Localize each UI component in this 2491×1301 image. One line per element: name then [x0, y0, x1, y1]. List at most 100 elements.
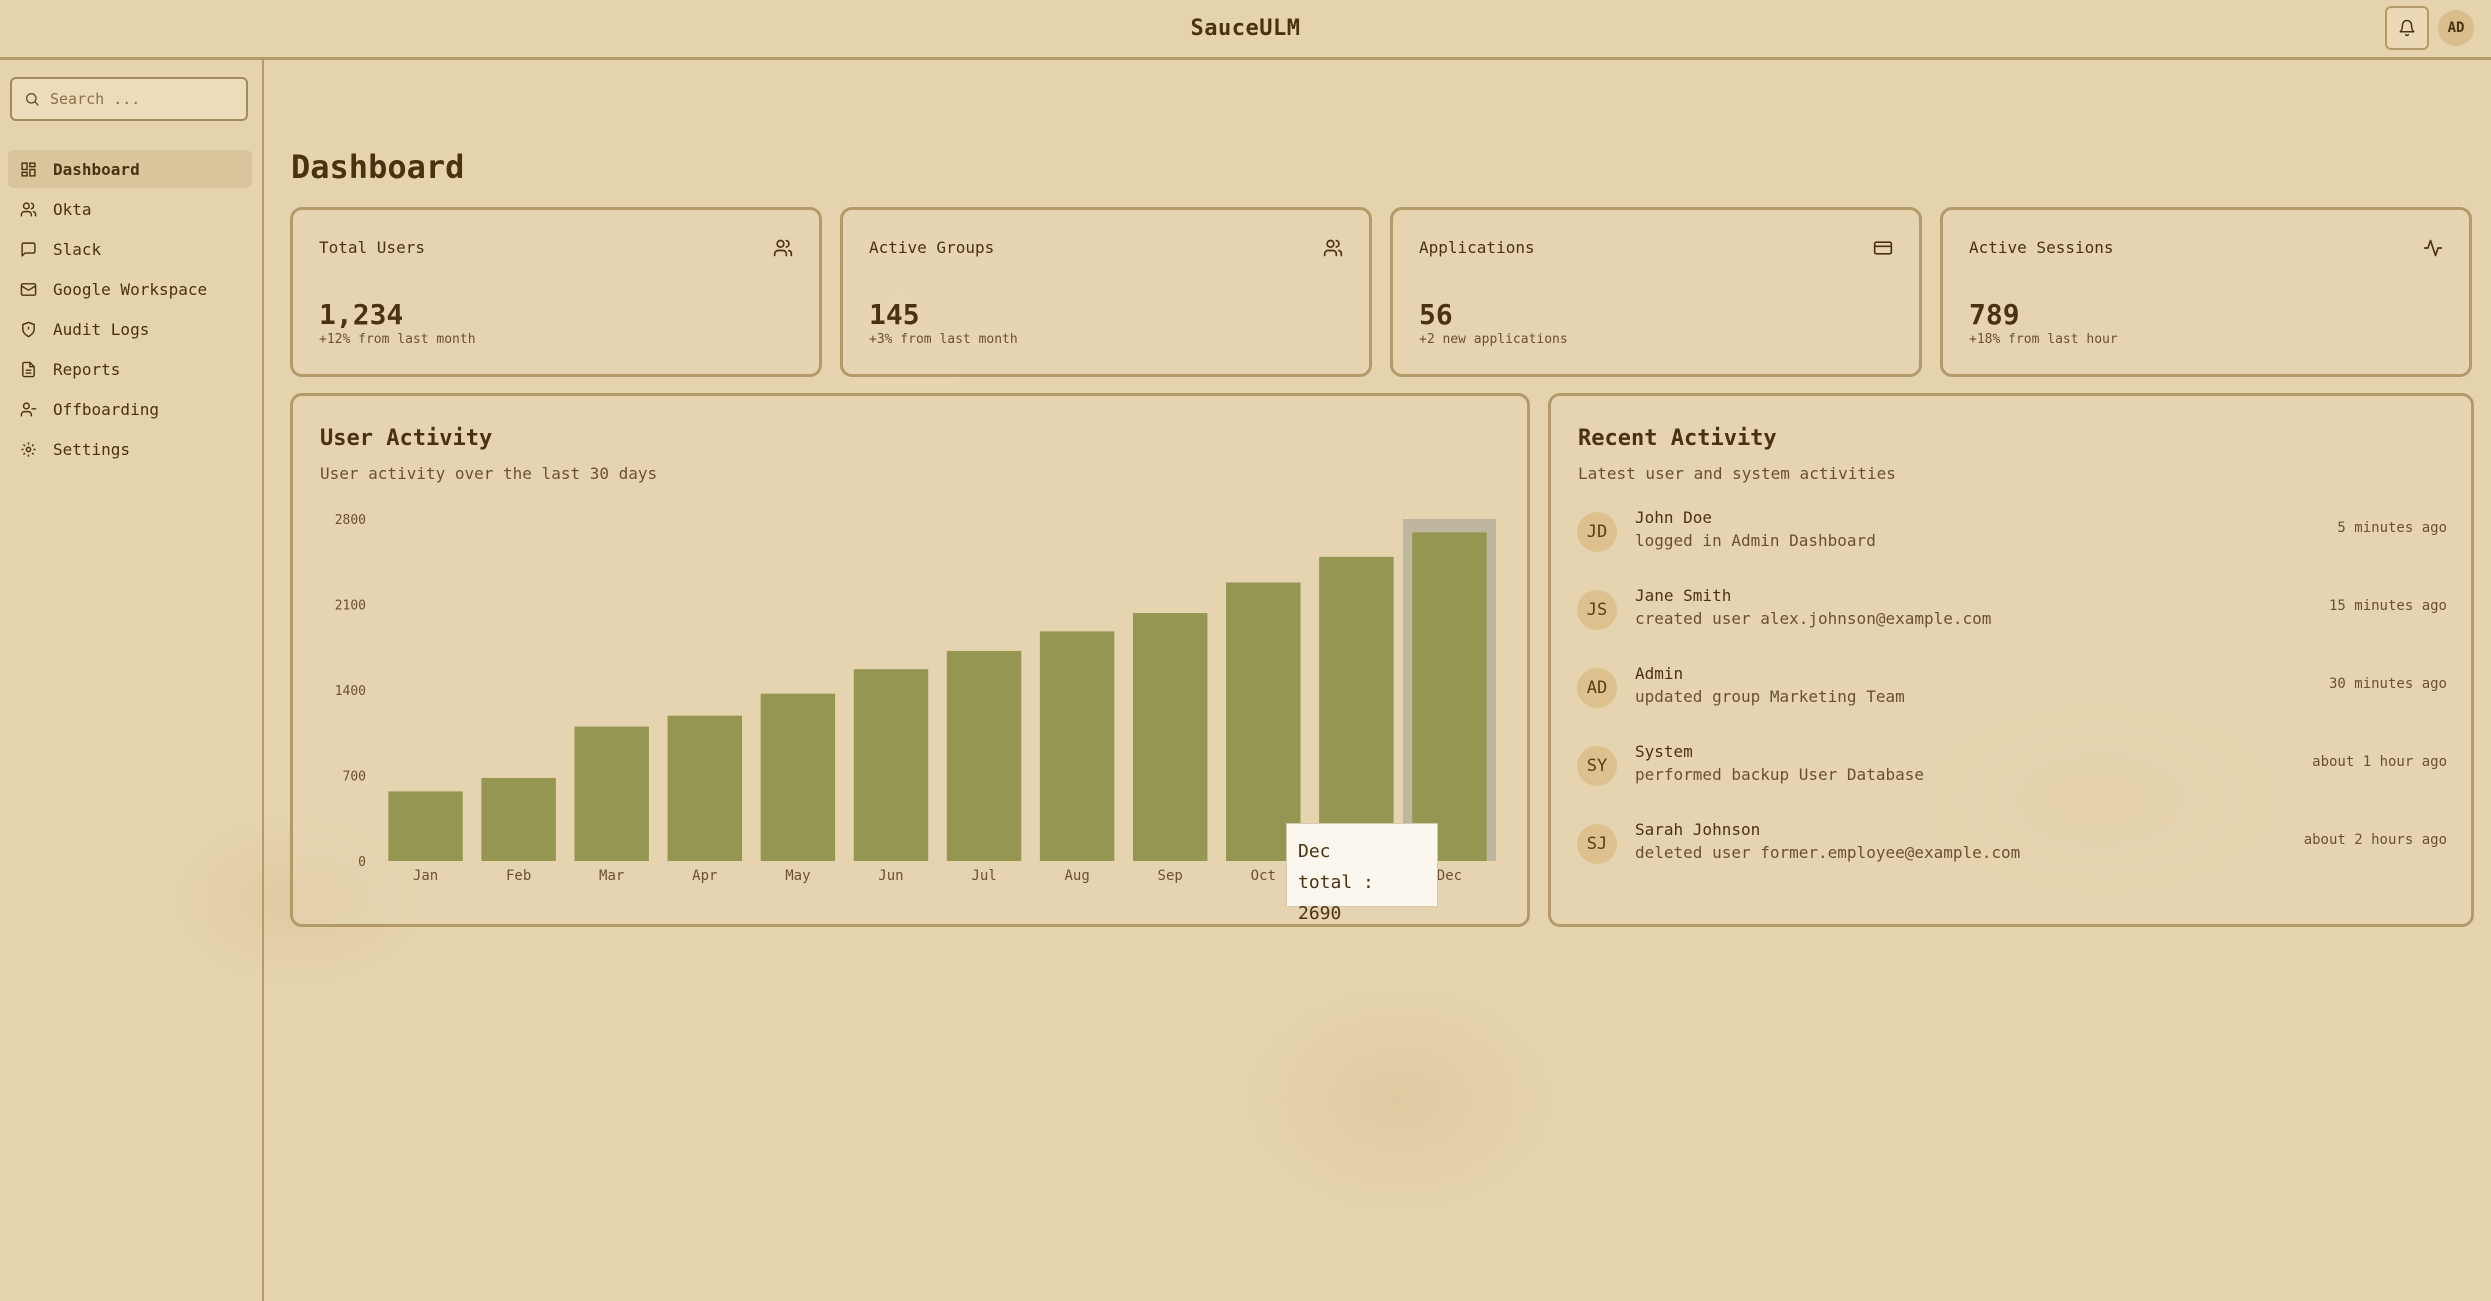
sidebar-item-reports[interactable]: Reports: [8, 350, 252, 388]
bar-nov[interactable]: [1319, 556, 1394, 861]
activity-item: JD John Doe logged in Admin Dashboard 5 …: [1577, 508, 2447, 568]
message-icon: [20, 239, 40, 259]
activity-avatar: JS: [1577, 590, 1617, 630]
x-tick-label: Sep: [1158, 868, 1183, 884]
activity-user: System: [1635, 742, 1693, 761]
x-tick-label: Dec: [1437, 868, 1462, 884]
search-box[interactable]: [10, 77, 248, 121]
activity-description: logged in Admin Dashboard: [1635, 531, 1876, 550]
activity-user: John Doe: [1635, 508, 1713, 527]
users-icon: [773, 239, 793, 257]
activity-description: updated group Marketing Team: [1635, 687, 1905, 706]
activity-time: 30 minutes ago: [2328, 676, 2447, 692]
bar-feb[interactable]: [481, 777, 556, 861]
activity-description: performed backup User Database: [1635, 765, 1924, 784]
stat-change: +2 new applications: [1419, 332, 1568, 347]
sidebar-item-label: Reports: [53, 359, 121, 379]
app-title: SauceULM: [1190, 16, 1301, 41]
sidebar-item-label: Dashboard: [53, 159, 140, 179]
y-tick-label: 0: [358, 855, 366, 870]
bar-may[interactable]: [760, 693, 836, 861]
bar-sep[interactable]: [1132, 613, 1208, 861]
x-tick-label: Jul: [971, 868, 996, 884]
x-tick-label: Oct: [1251, 868, 1276, 884]
activity-avatar: SY: [1577, 746, 1617, 786]
shield-icon: [20, 319, 40, 339]
top-header: SauceULM AD: [0, 0, 2491, 60]
sidebar-item-google-workspace[interactable]: Google Workspace: [8, 270, 252, 308]
sidebar-item-okta[interactable]: Okta: [8, 190, 252, 228]
activity-time: 5 minutes ago: [2337, 520, 2447, 536]
tooltip-value: total : 2690: [1298, 872, 1374, 924]
sidebar-item-slack[interactable]: Slack: [8, 230, 252, 268]
activity-avatar: JD: [1577, 512, 1617, 552]
activity-time: about 2 hours ago: [2303, 832, 2447, 848]
sidebar-item-label: Okta: [53, 199, 92, 219]
activity-icon: [2423, 239, 2443, 257]
page-title: Dashboard: [291, 148, 465, 186]
bar-apr[interactable]: [667, 715, 743, 861]
bar-jul[interactable]: [946, 650, 1022, 861]
card-title: Recent Activity: [1578, 426, 1777, 451]
stat-value: 1,234: [319, 298, 404, 331]
activity-description: deleted user former.employee@example.com: [1635, 843, 2021, 862]
bar-oct[interactable]: [1226, 582, 1301, 861]
user-avatar[interactable]: AD: [2438, 10, 2474, 46]
activity-user: Sarah Johnson: [1635, 820, 1761, 839]
sidebar-item-audit-logs[interactable]: Audit Logs: [8, 310, 252, 348]
activity-item: JS Jane Smith created user alex.johnson@…: [1577, 586, 2447, 646]
recent-activity-card: Recent Activity Latest user and system a…: [1548, 393, 2474, 927]
y-tick-label: 700: [343, 770, 366, 785]
chart-tooltip: Dec total : 2690: [1286, 823, 1438, 924]
stat-label: Applications: [1419, 238, 1535, 257]
file-icon: [20, 359, 40, 379]
sidebar-item-dashboard[interactable]: Dashboard: [8, 150, 252, 188]
y-tick-label: 2800: [335, 513, 366, 528]
search-input[interactable]: [50, 90, 240, 108]
sidebar-item-label: Google Workspace: [53, 279, 208, 299]
y-tick-label: 2100: [335, 599, 366, 614]
users-icon: [20, 199, 40, 219]
sidebar-item-offboarding[interactable]: Offboarding: [8, 390, 252, 428]
x-tick-label: Aug: [1064, 868, 1089, 884]
notifications-button[interactable]: [2385, 6, 2429, 50]
card-subtitle: Latest user and system activities: [1578, 464, 1896, 483]
sidebar: Dashboard Okta Slack Google Workspace Au…: [0, 60, 264, 1301]
stat-label: Active Sessions: [1969, 238, 2114, 257]
stat-card-active-sessions: Active Sessions 789 +18% from last hour: [1940, 207, 2472, 377]
x-tick-label: May: [785, 868, 810, 884]
stat-label: Total Users: [319, 238, 425, 257]
sidebar-item-label: Settings: [53, 439, 131, 459]
sidebar-item-label: Offboarding: [53, 399, 159, 419]
mail-icon: [20, 279, 40, 299]
bar-aug[interactable]: [1039, 631, 1115, 861]
x-tick-label: Feb: [506, 868, 531, 884]
y-tick-label: 1400: [335, 684, 366, 699]
user-activity-card: User Activity User activity over the las…: [290, 393, 1530, 927]
stat-card-active-groups: Active Groups 145 +3% from last month: [840, 207, 1372, 377]
user-minus-icon: [20, 399, 40, 419]
sidebar-item-settings[interactable]: Settings: [8, 430, 252, 468]
activity-user: Admin: [1635, 664, 1684, 683]
activity-item: SY System performed backup User Database…: [1577, 742, 2447, 802]
bar-dec[interactable]: [1412, 532, 1487, 861]
bar-mar[interactable]: [574, 726, 649, 861]
activity-item: AD Admin updated group Marketing Team 30…: [1577, 664, 2447, 724]
stat-value: 56: [1419, 298, 1453, 331]
x-tick-label: Jun: [878, 868, 903, 884]
stat-change: +18% from last hour: [1969, 332, 2118, 347]
activity-user: Jane Smith: [1635, 586, 1732, 605]
stat-value: 145: [869, 298, 920, 331]
bar-jun[interactable]: [853, 669, 929, 861]
stat-card-applications: Applications 56 +2 new applications: [1390, 207, 1922, 377]
gear-icon: [20, 439, 40, 459]
sidebar-item-label: Slack: [53, 239, 102, 259]
search-icon: [26, 93, 39, 106]
activity-avatar: AD: [1577, 668, 1617, 708]
sidebar-nav: Dashboard Okta Slack Google Workspace Au…: [8, 150, 252, 470]
x-tick-label: Mar: [599, 868, 624, 884]
activity-description: created user alex.johnson@example.com: [1635, 609, 1992, 628]
bar-jan[interactable]: [388, 791, 463, 861]
grid-icon: [20, 159, 40, 179]
stat-card-total-users: Total Users 1,234 +12% from last month: [290, 207, 822, 377]
